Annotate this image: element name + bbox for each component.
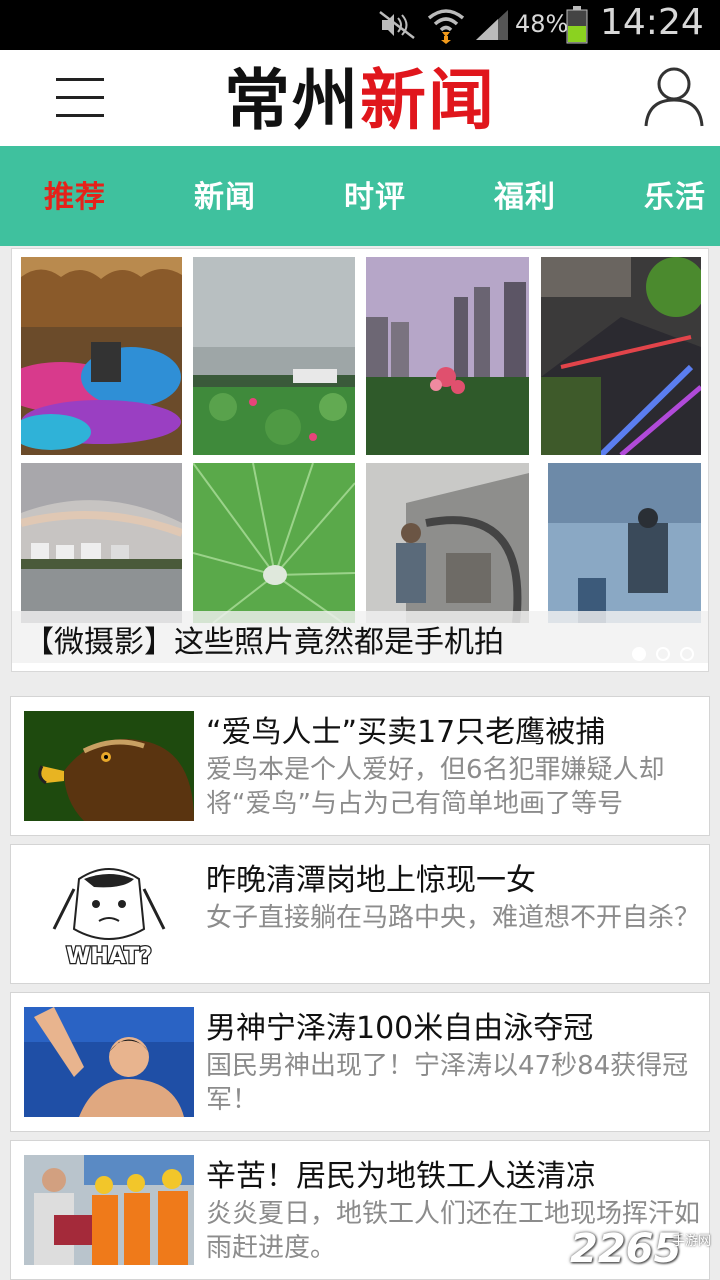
banner-photo-lotus-pond (193, 257, 355, 455)
tab-recommend[interactable]: 推荐 (44, 172, 106, 216)
banner-photo-village (21, 463, 182, 623)
logo-text-2: 新闻 (360, 61, 496, 139)
logo-text-1: 常州 (224, 61, 360, 139)
banner-photo-reflection (548, 463, 701, 623)
featured-banner[interactable]: 【微摄影】这些照片竟然都是手机拍 (11, 248, 709, 672)
category-tabs: 推荐 新闻 时评 福利 乐活 (0, 146, 720, 246)
site-watermark: 2265 手游网 (566, 1226, 720, 1276)
news-title: 昨晚清潭岗地上惊现一女 (206, 863, 536, 898)
news-item[interactable]: WHAT? 昨晚清潭岗地上惊现一女 女子直接躺在马路中央，难道想不开自杀？ (10, 844, 710, 984)
banner-photo-carousel (21, 257, 182, 455)
news-title: 男神宁泽涛100米自由泳夺冠 (206, 1011, 594, 1046)
watermark-suffix: 手游网 (672, 1234, 712, 1249)
carousel-dot-1[interactable] (632, 647, 646, 661)
menu-icon[interactable] (52, 72, 108, 124)
news-summary: 女子直接躺在马路中央，难道想不开自杀？ (206, 903, 701, 933)
watermark-number: 2265 (570, 1226, 682, 1272)
news-summary: 国民男神出现了！宁泽涛以47秒84获得冠军！ (206, 1051, 689, 1115)
banner-photo-night-street (541, 257, 701, 455)
news-thumb-eagle (24, 711, 194, 821)
signal-icon (476, 10, 508, 40)
wifi-icon (427, 9, 465, 44)
news-summary: 爱鸟本是个人爱好，但6名犯罪嫌疑人却将“爱鸟”与占为己有简单地画了等号 (206, 755, 665, 819)
tab-welfare[interactable]: 福利 (494, 172, 556, 216)
news-item[interactable]: “爱鸟人士”买卖17只老鹰被捕 爱鸟本是个人爱好，但6名犯罪嫌疑人却将“爱鸟”与… (10, 696, 710, 836)
mute-icon (379, 11, 415, 39)
tab-commentary[interactable]: 时评 (344, 172, 406, 216)
clock: 14:24 (600, 2, 704, 43)
app-logo: 常州新闻 (224, 60, 496, 140)
news-thumb-meme: WHAT? (24, 859, 194, 969)
battery-icon (566, 6, 588, 44)
news-title: “爱鸟人士”买卖17只老鹰被捕 (206, 715, 606, 750)
carousel-dot-3[interactable] (680, 647, 694, 661)
news-item[interactable]: 男神宁泽涛100米自由泳夺冠 国民男神出现了！宁泽涛以47秒84获得冠军！ (10, 992, 710, 1132)
news-title: 辛苦！居民为地铁工人送清凉 (206, 1159, 596, 1194)
app-header: 常州新闻 (0, 50, 720, 146)
status-bar: 48% 14:24 (0, 0, 720, 50)
banner-photo-lotus-leaf (193, 463, 355, 623)
banner-caption: 【微摄影】这些照片竟然都是手机拍 (24, 625, 504, 660)
meme-text: WHAT? (66, 944, 152, 969)
tab-news[interactable]: 新闻 (194, 172, 256, 216)
banner-caption-bar: 【微摄影】这些照片竟然都是手机拍 (12, 611, 708, 663)
user-icon[interactable] (642, 64, 706, 130)
news-thumb-swimmer (24, 1007, 194, 1117)
tab-lifestyle[interactable]: 乐活 (644, 172, 706, 216)
carousel-dot-2[interactable] (656, 647, 670, 661)
banner-photo-escalator (366, 463, 529, 623)
battery-percent: 48% (515, 10, 569, 38)
news-thumb-workers (24, 1155, 194, 1265)
carousel-pager (632, 647, 706, 663)
banner-photo-city-lotus (366, 257, 529, 455)
